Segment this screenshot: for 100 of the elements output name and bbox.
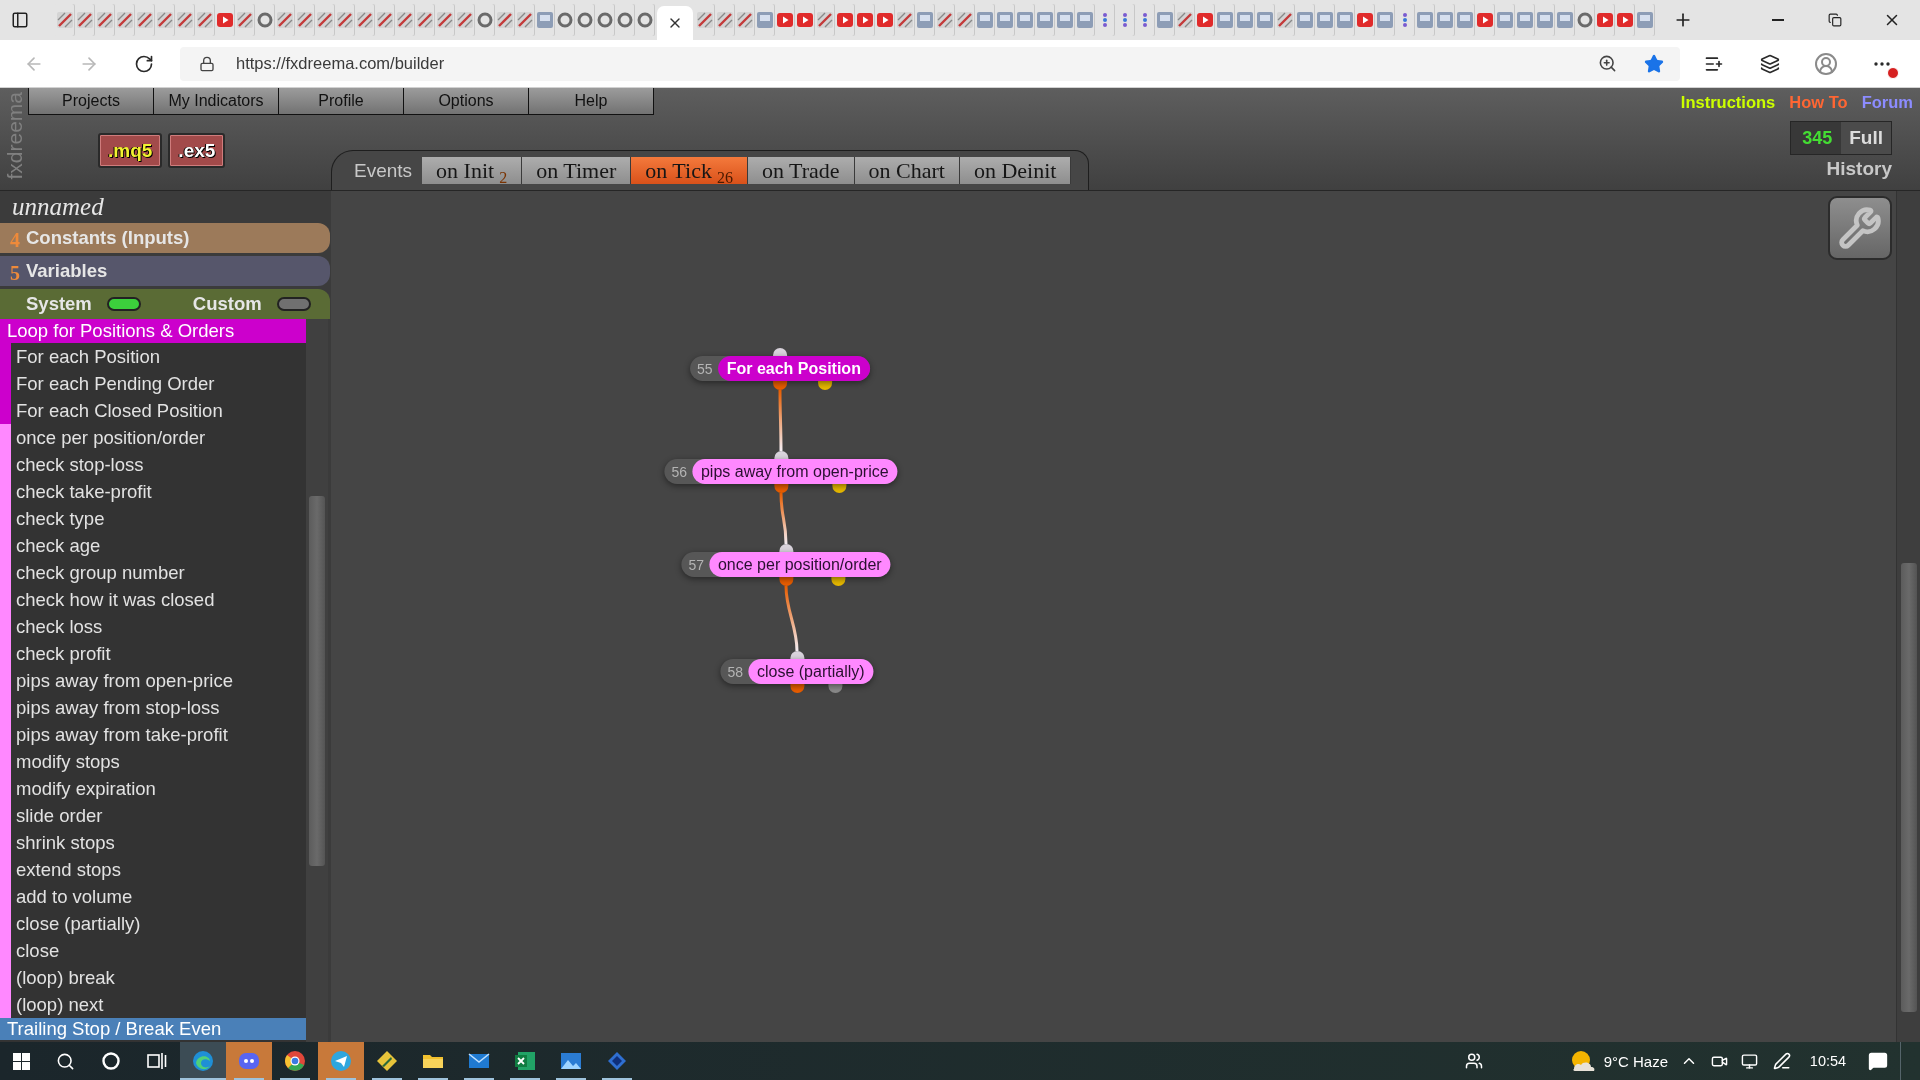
weather-button[interactable]: 9°C Haze [1563,1042,1674,1080]
toggle-switch[interactable] [106,297,141,311]
block-node[interactable]: 58 close (partially) [720,659,874,684]
block-list-item[interactable]: check group number [0,559,306,586]
panel-icon [11,11,29,29]
avatar-icon [1814,51,1838,76]
ring-icon [617,12,633,28]
input-port-icon[interactable] [774,451,788,459]
wrench-icon [1838,206,1882,250]
output-port-icon[interactable] [779,577,793,586]
tile-icon [1457,12,1473,28]
output-port-icon[interactable] [832,484,847,493]
block-list-item[interactable]: check stop-loss [0,451,306,478]
task-view-icon [147,1052,167,1070]
block-list-item[interactable]: check take-profit [0,478,306,505]
taskbar-app[interactable] [180,1042,226,1080]
pencil-icon [957,12,973,28]
address-field[interactable]: https://fxdreema.com/builder [180,46,1680,81]
play-icon [1477,12,1493,28]
menu-button[interactable]: Profile [278,88,404,115]
block-node[interactable]: 57 once per position/order [681,552,891,577]
menu-button[interactable]: Projects [28,88,154,115]
history-mode-button[interactable]: Full [1841,122,1891,154]
block-list-item[interactable]: add to volume [0,883,306,910]
minimize-icon [1771,19,1784,21]
tile-icon [537,12,553,28]
paper-plane-icon [330,1050,352,1072]
export-button[interactable]: .ex5 [168,133,226,168]
block-node[interactable]: 55 For each Position [690,356,870,381]
zoom-icon[interactable] [1598,54,1617,73]
block-list-item[interactable]: check how it was closed [0,586,306,613]
block-list-item[interactable]: extend stops [0,856,306,883]
menu-button[interactable]: Help [528,88,654,115]
event-tab[interactable]: on Init $_{2}$ [422,157,523,184]
swirl-icon [192,1050,214,1072]
block-list-item[interactable]: check loss [0,613,306,640]
event-tab[interactable]: on Timer [522,157,632,184]
block-list-item[interactable]: slide order [0,802,306,829]
scrollbar-thumb[interactable] [1900,563,1917,1012]
input-port-icon[interactable] [773,348,787,356]
block-list-item[interactable]: For each Closed Position [0,397,306,424]
event-tab[interactable]: on Deinit [959,157,1072,184]
pencil-icon [77,12,93,28]
browser-tab[interactable] [657,6,693,40]
block-list-item[interactable]: pips away from take-profit [0,721,306,748]
nav-link[interactable]: Instructions [1680,92,1776,112]
block-list-item[interactable]: check age [0,532,306,559]
output-port-icon[interactable] [774,484,788,493]
pencil-icon [57,12,73,28]
reload-icon [134,53,154,74]
input-port-icon[interactable] [779,544,793,552]
block-list-item[interactable]: modify expiration [0,775,306,802]
color-wheel-icon [284,1050,306,1072]
output-port-icon[interactable] [831,577,846,586]
block-list-item[interactable]: pips away from open-price [0,667,306,694]
pencil-icon [737,12,753,28]
play-icon [1197,12,1213,28]
block-list-item[interactable]: For each Position [0,343,306,370]
output-port-icon[interactable] [817,381,832,390]
block-list-item[interactable]: close [0,937,306,964]
menu-button[interactable]: My Indicators [153,88,279,115]
scrollbar-thumb[interactable] [309,496,325,866]
tile-icon [1317,12,1333,28]
ring-icon [102,1052,120,1070]
tile-icon [917,12,933,28]
node-label: close (partially) [748,659,874,684]
ring-icon [477,12,493,28]
input-port-icon[interactable] [790,651,804,659]
toggle-switch[interactable] [276,297,311,311]
block-list-item[interactable]: check profit [0,640,306,667]
menu-button[interactable]: Options [403,88,529,115]
block-list-item[interactable]: check type [0,505,306,532]
output-port-icon[interactable] [790,684,804,693]
output-port-icon[interactable] [828,684,843,693]
block-node[interactable]: 56 pips away from open-price [664,459,898,484]
block-list-item[interactable]: shrink stops [0,829,306,856]
block-list-item[interactable]: close (partially) [0,910,306,937]
play-icon [1617,12,1633,28]
tile-icon [1377,12,1393,28]
block-list-item[interactable]: modify stops [0,748,306,775]
clock[interactable]: 10:54 [1800,1042,1856,1080]
ring-icon [597,12,613,28]
pencil-icon [1277,12,1293,28]
block-list-item[interactable]: once per position/order [0,424,306,451]
settings-button[interactable] [1828,196,1892,260]
category-header[interactable]: Loop for Positions & Orders [0,319,306,343]
event-tab[interactable]: on Tick $_{26}$ [631,157,748,184]
block-list-item[interactable]: pips away from stop-loss [0,694,306,721]
event-tab[interactable]: on Trade [747,157,855,184]
block-list-item[interactable]: For each Pending Order [0,370,306,397]
category-header[interactable]: Trailing Stop / Break Even [0,1018,306,1040]
tile-icon [1537,12,1553,28]
star-icon[interactable] [1644,53,1664,74]
event-tab[interactable]: on Chart [854,157,960,184]
output-port-icon[interactable] [773,381,787,390]
ring-icon [557,12,573,28]
section-header[interactable]: 5 Variables [0,256,330,286]
block-list-item[interactable]: (loop) break [0,964,306,991]
block-list-item[interactable]: (loop) next [0,991,306,1018]
export-button[interactable]: .mq5 [98,133,163,168]
